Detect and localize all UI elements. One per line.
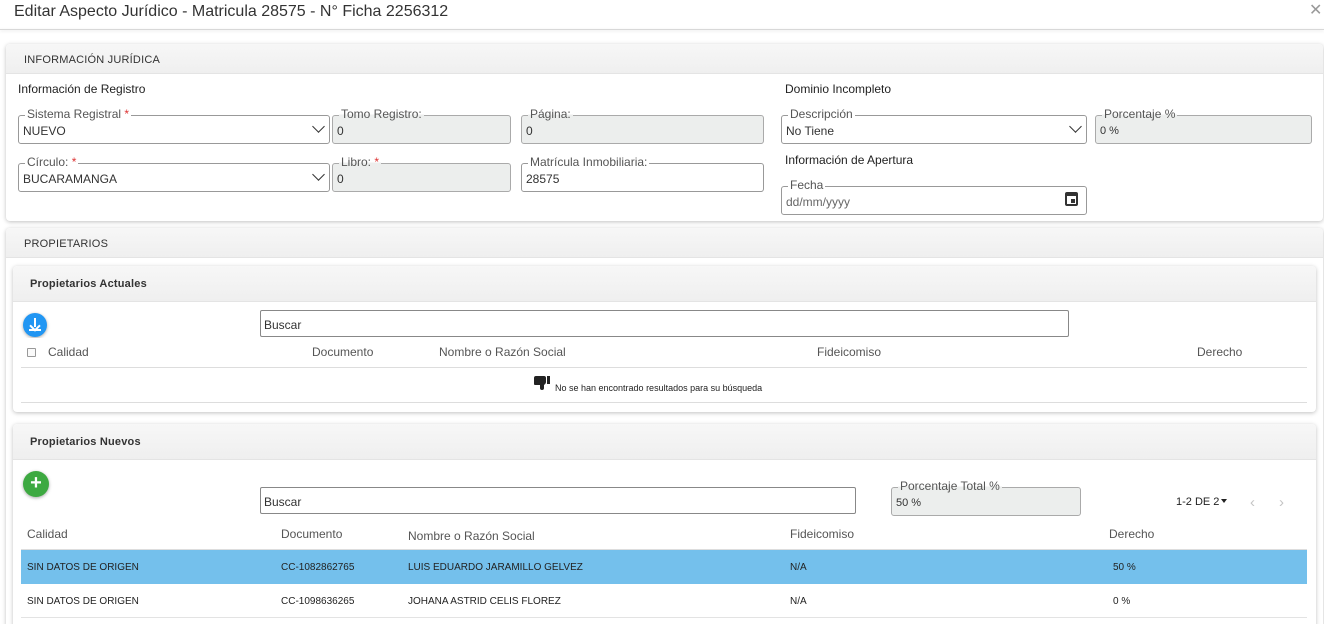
libro-label: Libro: * (339, 155, 382, 169)
tomo-registro-label: Tomo Registro: (339, 107, 424, 121)
column-calidad[interactable]: Calidad (48, 345, 89, 359)
propietarios-actuales-header: Propietarios Actuales (13, 266, 1316, 302)
calendar-icon[interactable] (1065, 192, 1078, 206)
caret-down-icon (1221, 499, 1228, 503)
column-derecho[interactable]: Derecho (1109, 527, 1154, 541)
sistema-registral-value: NUEVO (23, 124, 66, 138)
panel-title: PROPIETARIOS (24, 238, 109, 250)
sistema-registral-select[interactable]: Sistema Registral * NUEVO (18, 107, 330, 144)
matricula-inmobiliaria-field[interactable]: Matrícula Inmobiliaria: 28575 (521, 155, 764, 192)
cell-nombre: LUIS EDUARDO JARAMILLO GELVEZ (408, 562, 583, 573)
column-nombre[interactable]: Nombre o Razón Social (439, 345, 566, 359)
search-input[interactable]: Buscar (260, 487, 856, 514)
column-documento[interactable]: Documento (281, 527, 342, 541)
cell-fideicomiso: N/A (790, 596, 807, 607)
cell-fideicomiso: N/A (790, 562, 807, 573)
column-fideicomiso[interactable]: Fideicomiso (790, 527, 854, 541)
circulo-label: Círculo: * (25, 155, 79, 169)
panel-title: INFORMACIÓN JURÍDICA (24, 54, 160, 66)
informacion-juridica-header: INFORMACIÓN JURÍDICA (6, 44, 1323, 74)
matricula-inmobiliaria-label: Matrícula Inmobiliaria: (528, 155, 650, 169)
next-page-icon[interactable]: › (1279, 494, 1284, 511)
propietarios-actuales-panel: Propietarios Actuales Buscar Calidad Doc… (13, 266, 1316, 412)
circulo-value: BUCARAMANGA (23, 172, 118, 186)
porcentaje-label: Porcentaje % (1102, 107, 1178, 121)
propietarios-panel: PROPIETARIOS Propietarios Actuales Busca… (6, 228, 1323, 624)
chevron-down-icon (312, 120, 325, 133)
porcentaje-total-field: Porcentaje Total % 50 % (891, 479, 1081, 516)
propietarios-nuevos-header: Propietarios Nuevos (13, 424, 1316, 460)
column-derecho[interactable]: Derecho (1197, 345, 1242, 359)
matricula-inmobiliaria-value: 28575 (526, 172, 560, 186)
fecha-placeholder: dd/mm/yyyy (786, 195, 851, 209)
sistema-registral-label: Sistema Registral * (25, 107, 132, 121)
libro-field: Libro: * 0 (332, 155, 511, 192)
search-placeholder: Buscar (264, 495, 302, 509)
libro-value: 0 (337, 172, 344, 186)
chevron-down-icon (1069, 120, 1082, 133)
search-input[interactable]: Buscar (260, 310, 1069, 337)
actuales-table-header: Calidad Documento Nombre o Razón Social … (21, 338, 1307, 368)
tomo-registro-field: Tomo Registro: 0 (332, 107, 511, 144)
chevron-down-icon (312, 168, 325, 181)
cell-derecho: 0 % (1113, 596, 1131, 607)
search-placeholder: Buscar (264, 318, 302, 332)
nuevos-table-header: Calidad Documento Nombre o Razón Social … (21, 520, 1307, 550)
empty-results-row: No se han encontrado resultados para su … (21, 368, 1307, 403)
column-nombre[interactable]: Nombre o Razón Social (408, 529, 535, 543)
panel-title: Propietarios Nuevos (30, 436, 141, 448)
title-divider (0, 29, 1324, 30)
porcentaje-total-label: Porcentaje Total % (898, 479, 1002, 493)
circulo-select[interactable]: Círculo: * BUCARAMANGA (18, 155, 330, 192)
cell-calidad: SIN DATOS DE ORIGEN (27, 596, 139, 607)
apertura-heading: Información de Apertura (785, 153, 914, 167)
select-all-checkbox[interactable] (27, 348, 36, 357)
registro-heading: Información de Registro (18, 82, 146, 96)
tomo-registro-value: 0 (337, 124, 344, 138)
plus-icon: + (30, 472, 42, 494)
dialog-title: Editar Aspecto Jurídico - Matricula 2857… (14, 3, 449, 20)
panel-title: Propietarios Actuales (30, 278, 147, 290)
cell-documento: CC-1082862765 (281, 562, 355, 573)
close-icon[interactable]: ✕ (1309, 0, 1322, 20)
cell-calidad: SIN DATOS DE ORIGEN (27, 562, 139, 573)
porcentaje-value: 0 % (1100, 125, 1119, 137)
download-button[interactable] (23, 313, 47, 337)
cell-nombre: JOHANA ASTRID CELIS FLOREZ (408, 596, 561, 607)
cell-documento: CC-1098636265 (281, 596, 355, 607)
porcentaje-total-value: 50 % (896, 497, 922, 509)
fecha-label: Fecha (788, 178, 826, 192)
cell-derecho: 50 % (1113, 562, 1136, 573)
pagination-range[interactable]: 1-2 DE 2 (1176, 496, 1228, 508)
pagina-field: Página: 0 (521, 107, 764, 144)
column-documento[interactable]: Documento (312, 345, 373, 359)
table-row[interactable]: SIN DATOS DE ORIGEN CC-1082862765 LUIS E… (21, 550, 1307, 584)
fecha-date-input[interactable]: Fecha dd/mm/yyyy (781, 178, 1087, 215)
empty-message: No se han encontrado resultados para su … (555, 383, 763, 393)
informacion-juridica-panel: INFORMACIÓN JURÍDICA Información de Regi… (6, 44, 1323, 221)
table-row[interactable]: SIN DATOS DE ORIGEN CC-1098636265 JOHANA… (21, 584, 1307, 618)
descripcion-value: No Tiene (786, 124, 835, 138)
column-fideicomiso[interactable]: Fideicomiso (817, 345, 881, 359)
propietarios-nuevos-panel: Propietarios Nuevos + Buscar Porcentaje … (13, 424, 1316, 624)
pagina-value: 0 (526, 124, 533, 138)
descripcion-label: Descripción (788, 107, 855, 121)
add-owner-button[interactable]: + (23, 471, 49, 497)
porcentaje-field: Porcentaje % 0 % (1095, 107, 1312, 144)
dominio-heading: Dominio Incompleto (785, 82, 892, 96)
column-calidad[interactable]: Calidad (27, 527, 68, 541)
pagina-label: Página: (528, 107, 573, 121)
thumbs-down-icon (534, 376, 550, 392)
download-icon-base (29, 329, 41, 331)
descripcion-select[interactable]: Descripción No Tiene (781, 107, 1087, 144)
previous-page-icon[interactable]: ‹ (1250, 494, 1255, 511)
propietarios-header: PROPIETARIOS (6, 228, 1323, 258)
